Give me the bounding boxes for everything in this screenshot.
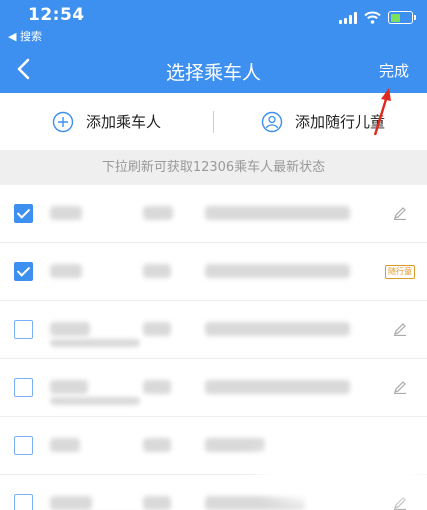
- edit-pencil-icon[interactable]: [393, 322, 407, 336]
- passenger-row[interactable]: [0, 301, 427, 359]
- signal-icon: [339, 11, 357, 24]
- passenger-type-redacted: [143, 206, 173, 220]
- done-button[interactable]: 完成: [379, 60, 409, 81]
- wifi-icon: [364, 11, 381, 24]
- edit-pencil-icon[interactable]: [393, 380, 407, 394]
- passenger-type-redacted: [143, 322, 171, 336]
- add-passenger-label: 添加乘车人: [86, 113, 162, 131]
- passenger-id-redacted: [205, 264, 350, 278]
- child-user-icon: [261, 111, 283, 132]
- passenger-type-redacted: [143, 380, 171, 394]
- passenger-row[interactable]: [0, 185, 427, 243]
- passenger-id-redacted: [205, 206, 350, 220]
- add-child-button[interactable]: 添加随行儿童: [261, 93, 385, 150]
- checkbox-icon[interactable]: [14, 378, 33, 397]
- back-to-app-link[interactable]: ◀ 搜索: [8, 28, 42, 44]
- battery-icon: [388, 11, 416, 24]
- passenger-name-redacted: [50, 322, 90, 336]
- status-time: 12:54: [28, 5, 85, 25]
- add-passenger-button[interactable]: 添加乘车人: [52, 93, 161, 150]
- passenger-id-redacted: [205, 322, 350, 336]
- passenger-type-redacted: [143, 438, 171, 452]
- status-icons: [339, 11, 416, 24]
- checkbox-icon[interactable]: [14, 494, 33, 510]
- passenger-id-redacted: [205, 380, 350, 394]
- blur-overlay: [255, 430, 427, 510]
- passenger-name-redacted: [50, 380, 88, 394]
- add-bar: 添加乘车人 添加随行儿童: [0, 93, 427, 150]
- checkbox-icon[interactable]: [14, 204, 33, 223]
- add-child-label: 添加随行儿童: [295, 113, 386, 131]
- passenger-row[interactable]: [0, 359, 427, 417]
- passenger-type-redacted: [143, 264, 171, 278]
- passenger-note-redacted: [50, 339, 140, 347]
- passenger-id-redacted: [205, 438, 265, 452]
- checkbox-icon[interactable]: [14, 320, 33, 339]
- page-title: 选择乘车人: [165, 62, 261, 84]
- child-tag-badge: 随行童: [385, 265, 415, 279]
- passenger-row[interactable]: 随行童: [0, 243, 427, 301]
- edit-pencil-icon[interactable]: [393, 206, 407, 220]
- checkbox-icon[interactable]: [14, 436, 33, 455]
- passenger-name-redacted: [50, 264, 82, 278]
- divider: [213, 111, 214, 133]
- passenger-name-redacted: [50, 206, 82, 220]
- add-circle-icon: [52, 111, 74, 132]
- checkbox-icon[interactable]: [14, 262, 33, 281]
- passenger-type-redacted: [143, 496, 171, 510]
- passenger-name-redacted: [50, 496, 92, 510]
- passenger-note-redacted: [50, 397, 140, 405]
- refresh-hint: 下拉刷新可获取12306乘车人最新状态: [0, 150, 427, 185]
- app-header: 12:54 ◀ 搜索 选择乘车人 完成: [0, 0, 427, 93]
- passenger-name-redacted: [50, 438, 80, 452]
